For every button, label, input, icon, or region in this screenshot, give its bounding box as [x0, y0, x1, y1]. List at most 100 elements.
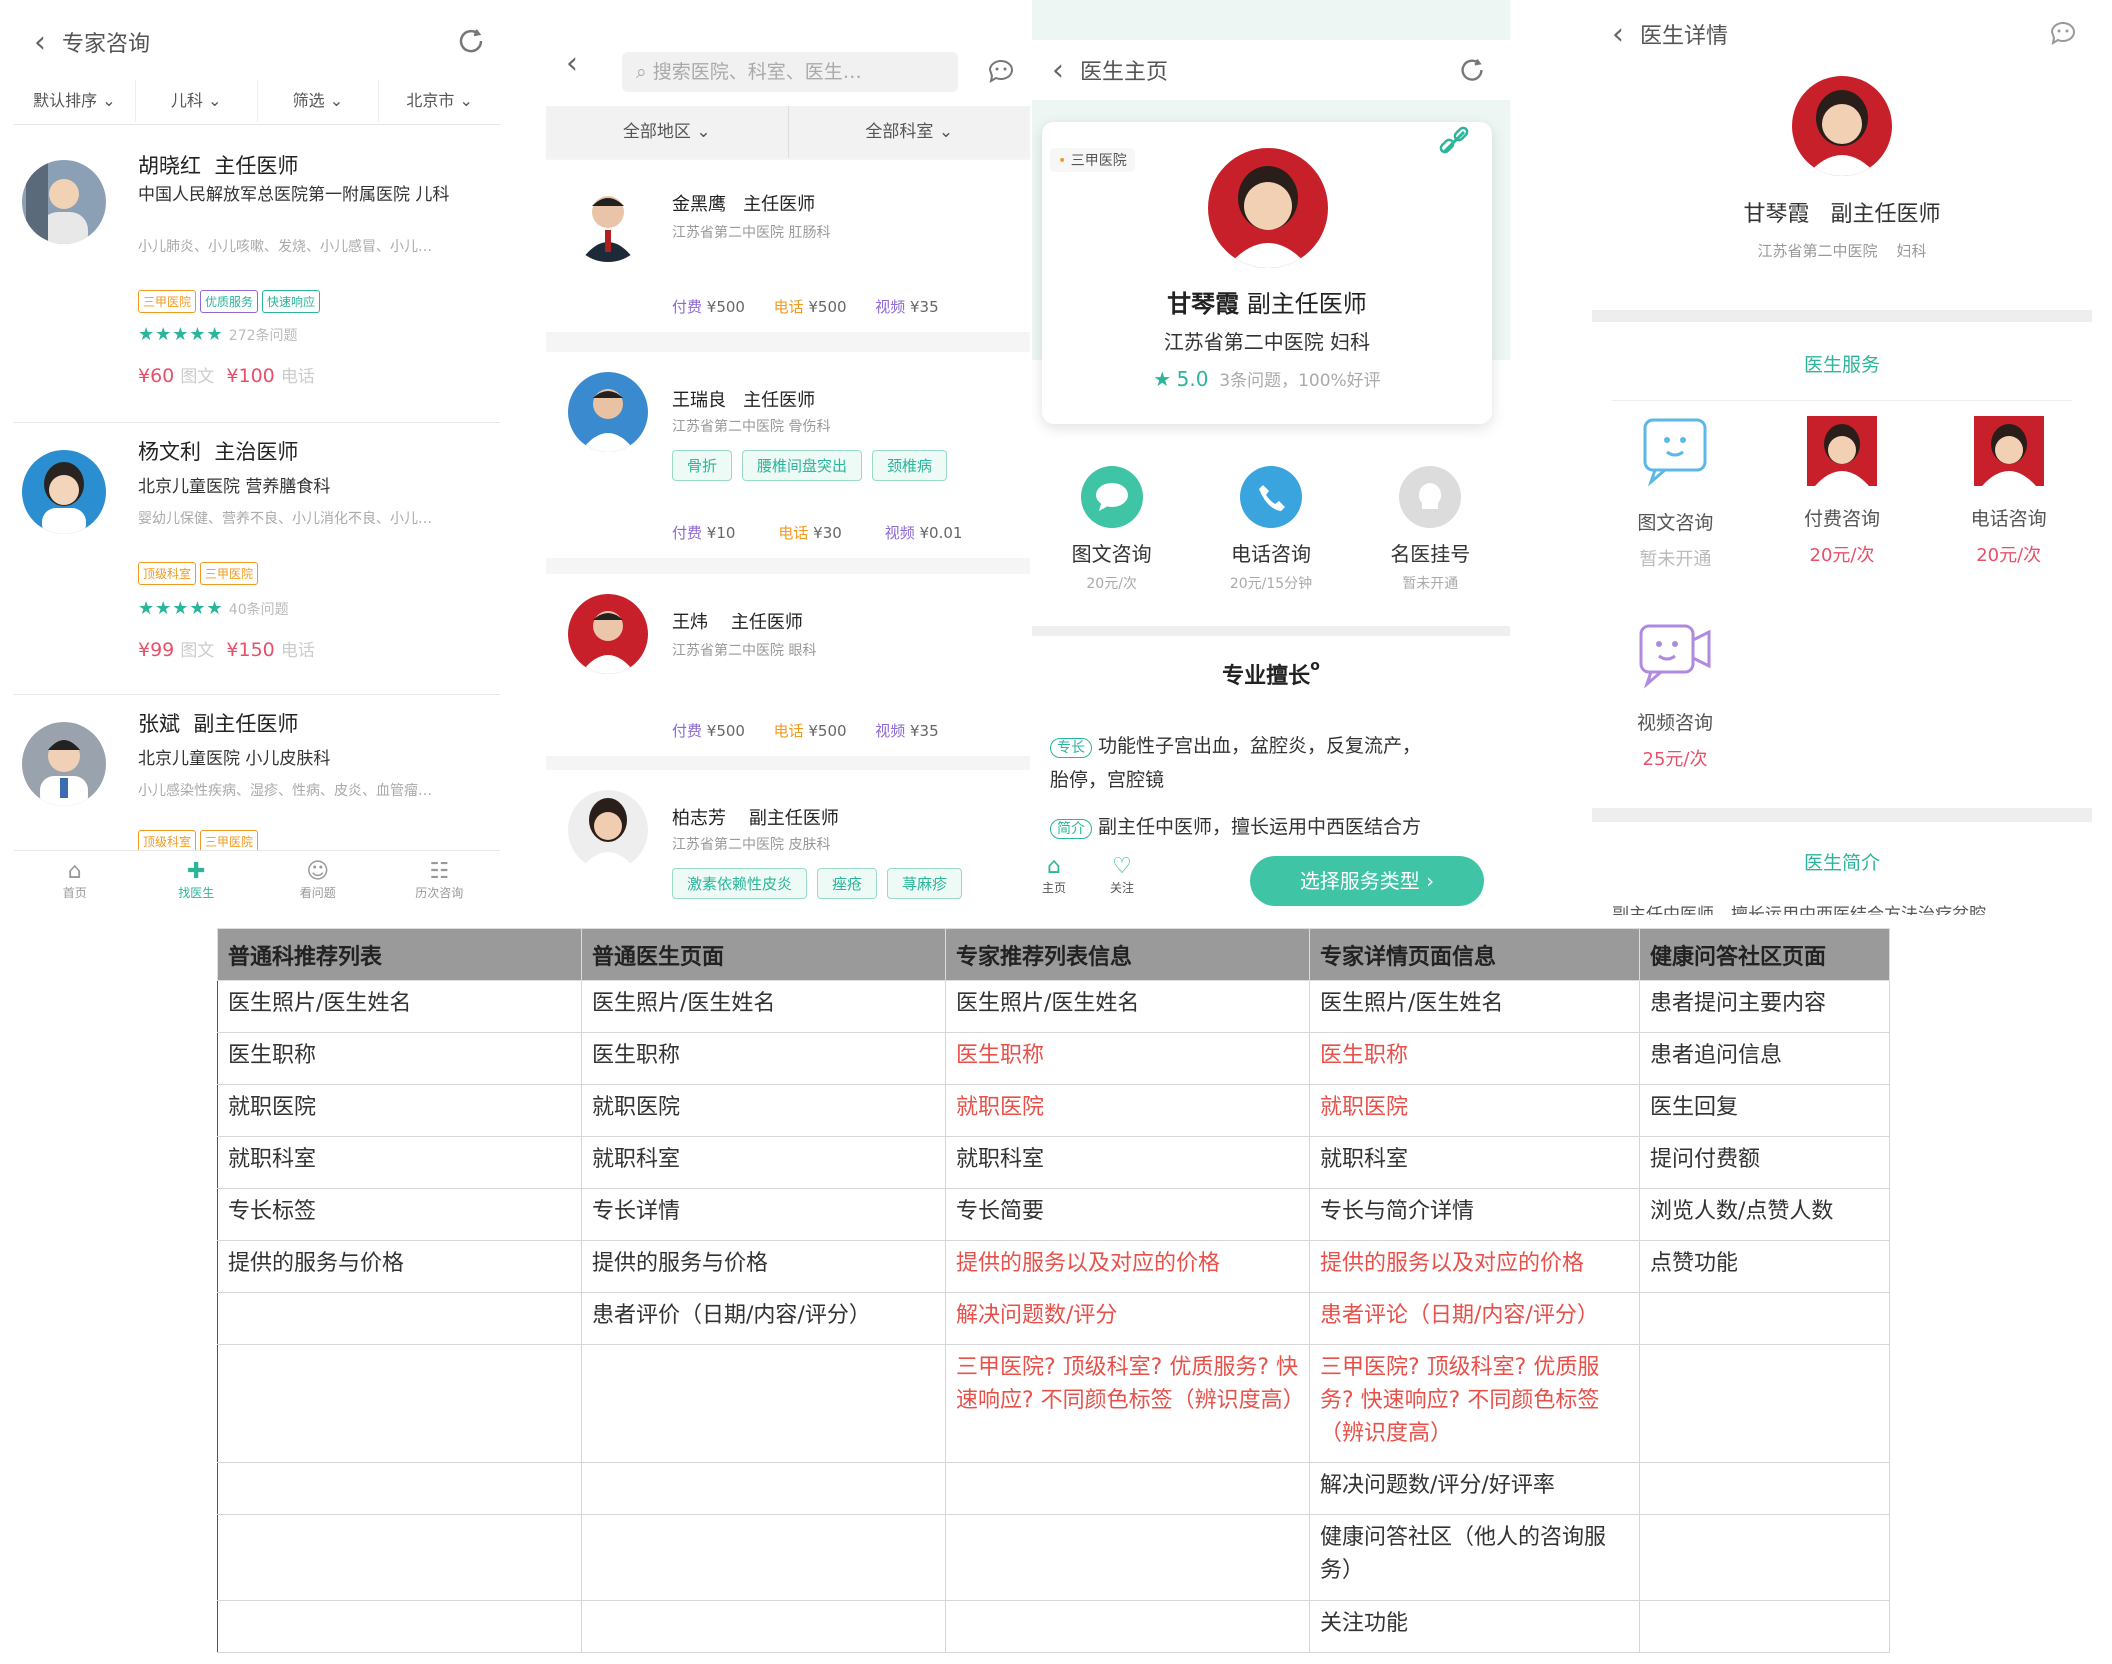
- skill-pill[interactable]: 激素依赖性皮炎: [672, 868, 808, 899]
- doctor-card[interactable]: 王炜 主任医师 江苏省第二中医院 眼科 付费 ¥500 电话 ¥500 视频 ¥…: [546, 574, 1030, 756]
- doctor-rank: 副主任医师: [748, 808, 839, 829]
- bottom-nav: ⌂ 首页 ✚ 找医生 ☺ 看问题 ☷ 历次咨询: [14, 850, 500, 912]
- table-cell: [945, 1462, 1310, 1515]
- service-price: 20元/次: [1809, 545, 1875, 566]
- doctor-hospital: 江苏省第二中医院 骨伤科: [672, 419, 831, 435]
- back-icon[interactable]: ‹: [566, 46, 578, 81]
- price-row: 付费 ¥10 电话 ¥30 视频 ¥0.01: [672, 522, 962, 543]
- price-label: 付费: [672, 524, 703, 542]
- skill-pill[interactable]: 腰椎间盘突出: [742, 450, 863, 481]
- filter-region[interactable]: 全部地区 ⌄: [546, 106, 789, 158]
- nav-label: 关注: [1110, 881, 1135, 895]
- filter-city[interactable]: 北京市 ⌄: [379, 80, 500, 122]
- back-icon[interactable]: ‹: [1612, 17, 1624, 52]
- table-cell: 提供的服务与价格: [217, 1240, 582, 1293]
- nav-follow[interactable]: ♡ 关注: [1110, 854, 1134, 896]
- refresh-icon[interactable]: [1456, 54, 1488, 86]
- refresh-icon[interactable]: [454, 24, 488, 58]
- price-row: 付费 ¥500 电话 ¥500 视频 ¥35: [672, 296, 939, 317]
- table-cell: [1639, 1292, 1890, 1345]
- avatar: [1208, 148, 1328, 268]
- table-cell: 患者提问主要内容: [1639, 980, 1890, 1033]
- divider: [1612, 400, 2072, 401]
- doctor-card[interactable]: 杨文利 主治医师 北京儿童医院 营养膳食科 婴幼儿保健、营养不良、小儿消化不良、…: [14, 426, 500, 676]
- doctor-hospital: 江苏省第二中医院: [1757, 242, 1878, 260]
- nav-find-doctor[interactable]: ✚ 找医生: [136, 851, 258, 912]
- doctor-hospital: 江苏省第二中医院 妇科: [1163, 330, 1371, 354]
- intro-tag: 简介: [1050, 819, 1092, 839]
- service-text-consult[interactable]: 图文咨询 20元/次: [1032, 436, 1191, 626]
- service-registration[interactable]: 名医挂号 暂未开通: [1351, 436, 1510, 626]
- service-name: 电话咨询: [1970, 508, 2047, 530]
- heart-icon: ♡: [1112, 854, 1132, 879]
- service-phone-consult[interactable]: 电话咨询 20元/次: [1925, 412, 2092, 612]
- doctor-card[interactable]: 张斌 副主任医师 北京儿童医院 小儿皮肤科 小儿感染性疾病、湿疹、性病、皮炎、血…: [14, 698, 500, 853]
- avatar: [568, 182, 648, 262]
- filter-dept[interactable]: 儿科 ⌄: [136, 80, 258, 122]
- doctor-home-screen: ‹ 医生主页 • 三甲医院 甘琴霞 副主任医师 江苏省第二中医院 妇科 ★ 5.…: [1032, 0, 1510, 915]
- table-cell: [945, 1600, 1310, 1653]
- search-input[interactable]: ⌕ 搜索医院、科室、医生…: [622, 52, 958, 92]
- page-title: 医生主页: [1080, 60, 1169, 85]
- table-cell: 就职科室: [217, 1136, 582, 1189]
- table-cell: [581, 1600, 946, 1653]
- back-icon[interactable]: ‹: [34, 25, 46, 60]
- price-label: 电话: [773, 298, 804, 316]
- doctor-name: 甘琴霞: [1743, 202, 1810, 227]
- avatar: [22, 450, 106, 534]
- table-cell: 点赞功能: [1639, 1240, 1890, 1293]
- skill-pill[interactable]: 荨麻疹: [887, 868, 963, 899]
- rating-row: ★★★★★ 40条问题: [138, 598, 289, 619]
- specialty-line-1: 功能性子宫出血，盆腔炎，反复流产，: [1098, 735, 1422, 757]
- header: ‹ 医生主页: [1032, 40, 1510, 100]
- price-row: 付费 ¥500 电话 ¥500 视频 ¥35: [672, 720, 939, 741]
- nav-home[interactable]: ⌂ 首页: [14, 851, 136, 912]
- nav-label: 首页: [62, 886, 87, 900]
- back-icon[interactable]: ‹: [1052, 53, 1064, 88]
- doctor-rank: 主任医师: [730, 612, 803, 633]
- doctor-card[interactable]: 柏志芳 副主任医师 江苏省第二中医院 皮肤科 激素依赖性皮炎 痤疮 荨麻疹: [546, 770, 1030, 915]
- select-service-button[interactable]: 选择服务类型 ›: [1250, 856, 1484, 906]
- table-row: 解决问题数/评分/好评率: [217, 1462, 1890, 1515]
- table-header-row: 普通科推荐列表 普通医生页面 专家推荐列表信息 专家详情页面信息 健康问答社区页…: [217, 928, 1890, 981]
- doctor-name: 杨文利: [138, 440, 201, 464]
- chat-icon[interactable]: [2048, 18, 2078, 48]
- filter-dept[interactable]: 全部科室 ⌄: [789, 106, 1031, 158]
- table-row: 医生职称 医生职称 医生职称 医生职称 患者追问信息: [217, 1032, 1890, 1085]
- doctor-name: 王炜: [672, 612, 708, 633]
- table-cell: 专长与简介详情: [1309, 1188, 1640, 1241]
- service-phone-consult[interactable]: 电话咨询 20元/15分钟: [1191, 436, 1350, 626]
- filter-screen[interactable]: 筛选 ⌄: [258, 80, 380, 122]
- filter-label: 默认排序: [33, 91, 98, 110]
- skill-pill[interactable]: 痤疮: [817, 868, 878, 899]
- table-cell: 浏览人数/点赞人数: [1639, 1188, 1890, 1241]
- filter-sort[interactable]: 默认排序 ⌄: [14, 80, 136, 122]
- filter-bar: 默认排序 ⌄ 儿科 ⌄ 筛选 ⌄ 北京市 ⌄: [14, 80, 500, 122]
- service-text-consult[interactable]: 图文咨询 暂未开通: [1592, 412, 1759, 612]
- doctor-card[interactable]: 胡晓红 主任医师 中国人民解放军总医院第一附属医院 儿科 小儿肺炎、小儿咳嗽、发…: [14, 140, 500, 410]
- skill-pill[interactable]: 颈椎病: [872, 450, 948, 481]
- table-cell: [581, 1514, 946, 1601]
- price-label: 视频: [875, 298, 906, 316]
- header: ‹ ⌕ 搜索医院、科室、医生…: [546, 0, 1030, 106]
- service-paid-consult[interactable]: 付费咨询 20元/次: [1759, 412, 1926, 612]
- nav-questions[interactable]: ☺ 看问题: [257, 851, 379, 912]
- table-cell: 三甲医院? 顶级科室? 优质服务? 快速响应? 不同颜色标签（辨识度高）: [945, 1344, 1310, 1463]
- link-icon[interactable]: [1434, 122, 1474, 162]
- service-price: 20元/次: [1976, 545, 2042, 566]
- table-cell: 医生职称: [945, 1032, 1310, 1085]
- doctor-card[interactable]: 金黑鹰 主任医师 江苏省第二中医院 肛肠科 付费 ¥500 电话 ¥500 视频…: [546, 160, 1030, 332]
- doctor-rank: 主任医师: [214, 154, 299, 178]
- filter-bar: 全部地区 ⌄ 全部科室 ⌄: [546, 106, 1030, 158]
- nav-home[interactable]: ⌂ 主页: [1042, 854, 1066, 896]
- doctor-card[interactable]: 王瑞良 主任医师 江苏省第二中医院 骨伤科 骨折 腰椎间盘突出 颈椎病 付费 ¥10…: [546, 352, 1030, 558]
- intro-line: 副主任中医师，擅长运用中西医结合方: [1098, 816, 1422, 838]
- nav-history[interactable]: ☷ 历次咨询: [379, 851, 501, 912]
- table-cell: [217, 1462, 582, 1515]
- table-row: 患者评价（日期/内容/评分） 解决问题数/评分 患者评论（日期/内容/评分）: [217, 1292, 1890, 1345]
- chat-icon[interactable]: [986, 56, 1016, 86]
- service-video-consult[interactable]: 视频咨询 25元/次: [1592, 618, 1758, 771]
- skill-pill[interactable]: 骨折: [672, 450, 733, 481]
- section-label: 专业擅长: [1222, 664, 1311, 689]
- tag: 顶级科室: [138, 562, 197, 585]
